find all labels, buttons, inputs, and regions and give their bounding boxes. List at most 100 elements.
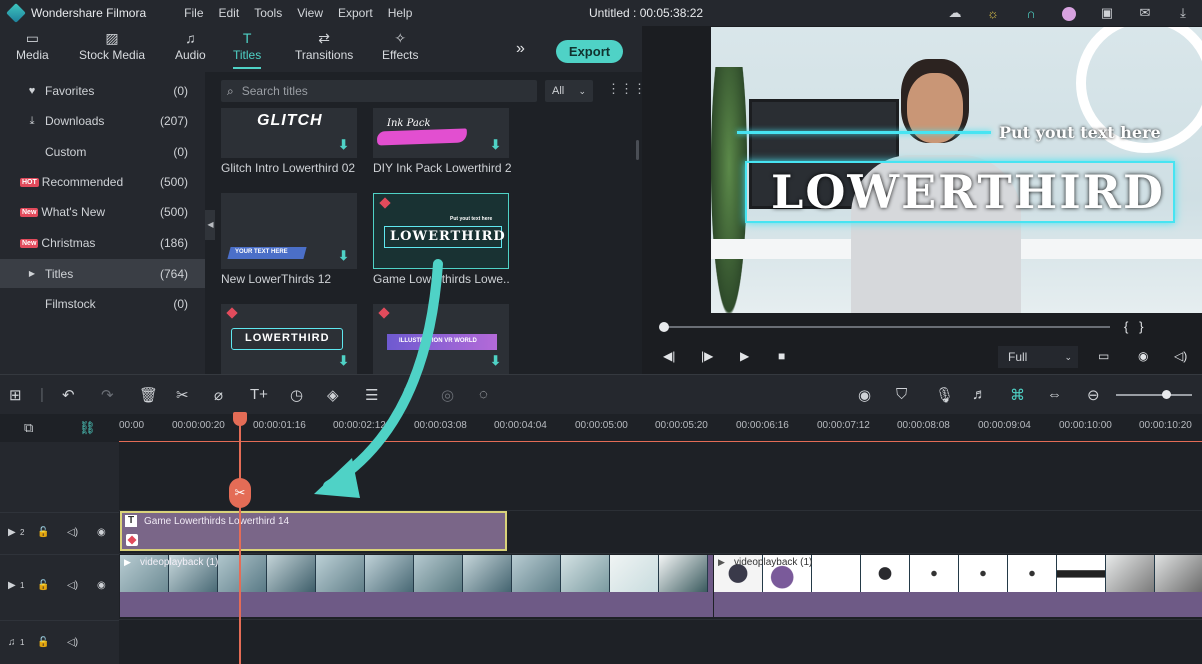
media-toolbar: ▭ Media ▨ Stock Media ♫ Audio T Titles ⇄… [0, 26, 642, 72]
playhead-handle[interactable] [233, 412, 247, 426]
lock-icon[interactable]: 🔓 [37, 637, 49, 648]
snapshot-icon[interactable]: ◉ [1138, 349, 1148, 363]
sidebar-item-label: Christmas [41, 236, 96, 250]
download-icon[interactable]: ⬇ [338, 137, 349, 153]
tab-media[interactable]: ▭ Media [16, 30, 49, 62]
display-icon[interactable]: ▭ [1098, 349, 1109, 363]
download-icon[interactable]: ⤓ [1164, 5, 1202, 21]
text-clip-icon: T [125, 515, 137, 527]
tab-stock-media[interactable]: ▨ Stock Media [79, 30, 145, 62]
marker-icon[interactable]: ⛉ [896, 386, 907, 403]
lock-icon[interactable]: 🔓 [37, 527, 49, 538]
premium-gem-icon [126, 534, 138, 546]
step-play-icon[interactable]: |▶ [701, 349, 713, 363]
tab-audio[interactable]: ♫ Audio [175, 30, 206, 62]
mute-icon[interactable]: ◁) [67, 637, 78, 648]
bulb-icon[interactable]: ☼ [974, 6, 1012, 21]
sidebar-item-filmstock[interactable]: Filmstock (0) [0, 290, 205, 318]
tag-icon[interactable]: ⌀ [214, 386, 223, 404]
undo-icon[interactable]: ↶ [62, 386, 75, 404]
title-thumb-ink-pack[interactable]: Ink Pack ⬇ [373, 108, 509, 158]
eye-icon[interactable]: ◉ [97, 527, 106, 538]
sidebar-item-favorites[interactable]: ♥ Favorites (0) [0, 77, 205, 105]
zoom-out-icon[interactable]: ⊖ [1087, 386, 1100, 404]
zoom-slider[interactable] [1116, 394, 1192, 396]
sidebar-item-titles[interactable]: ▶ Titles (764) [0, 259, 205, 288]
menu-export[interactable]: Export [338, 6, 373, 20]
menu-view[interactable]: View [297, 6, 323, 20]
sidebar-item-recommended[interactable]: HOT Recommended (500) [0, 168, 205, 196]
title-clip[interactable]: T Game Lowerthirds Lowerthird 14 [120, 511, 507, 551]
video-track-icon: ▶ [8, 527, 16, 538]
save-icon[interactable]: ▣ [1088, 5, 1126, 21]
delete-icon[interactable]: 🗑 [139, 386, 158, 404]
stop-icon[interactable]: ■ [778, 349, 785, 363]
premium-gem-icon [379, 197, 391, 209]
auto-reframe-icon[interactable]: ◌ [479, 386, 488, 403]
download-icon[interactable]: ⬇ [490, 137, 501, 153]
title-bar: Wondershare Filmora File Edit Tools View… [0, 0, 1202, 26]
add-track-icon[interactable]: ⧉ [24, 420, 33, 436]
ruler-tick-label: 00:00:09:04 [978, 420, 1031, 431]
menu-tools[interactable]: Tools [254, 6, 282, 20]
browser-scrollbar[interactable] [636, 140, 639, 160]
track-number: 1 [20, 581, 25, 590]
cut-icon[interactable]: ✂ [176, 386, 189, 404]
lock-icon[interactable]: 🔓 [37, 580, 49, 591]
grid-view-icon[interactable]: ⋮⋮⋮ [607, 81, 646, 97]
mute-icon[interactable]: ◁) [67, 527, 78, 538]
avatar-icon[interactable] [1050, 5, 1088, 21]
link-icon[interactable]: ⛓ [79, 420, 96, 436]
music-icon: ♫ [185, 30, 196, 46]
headset-icon[interactable]: ∩ [1012, 6, 1050, 21]
menu-help[interactable]: Help [388, 6, 413, 20]
eye-icon[interactable]: ◉ [97, 580, 106, 591]
zoom-slider-knob[interactable] [1162, 390, 1171, 399]
video-track-icon: ▶ [8, 580, 16, 591]
render-icon[interactable]: ◉ [858, 386, 871, 404]
mark-in-out-icon[interactable]: { } [1124, 319, 1144, 334]
audio-mixer-icon[interactable]: ♬ [972, 386, 987, 403]
tab-transitions[interactable]: ⇄ Transitions [295, 30, 353, 62]
fit-timeline-icon[interactable]: ⇔ [1047, 386, 1062, 403]
filter-dropdown[interactable]: All ⌄ [545, 80, 593, 102]
video-clip[interactable]: ▶ videoplayback (1) [120, 555, 713, 617]
tab-effects[interactable]: ✧ Effects [382, 30, 418, 62]
redo-icon[interactable]: ↷ [101, 386, 114, 404]
sidebar-item-custom[interactable]: Custom (0) [0, 138, 205, 166]
mute-icon[interactable]: ◁) [67, 580, 78, 591]
title-thumb-glitch[interactable]: GLITCH ⬇ [221, 108, 357, 158]
video-clip[interactable]: ▶ videoplayback (1) [714, 555, 1202, 617]
volume-icon[interactable]: ◁) [1174, 349, 1187, 363]
search-input[interactable]: ⌕ Search titles [221, 80, 537, 102]
snap-icon[interactable]: ⌘ [1010, 386, 1025, 404]
more-tabs-icon[interactable]: » [516, 40, 525, 58]
sidebar-item-christmas[interactable]: New Christmas (186) [0, 229, 205, 257]
cloud-icon[interactable]: ☁ [936, 5, 974, 21]
play-icon[interactable]: ▶ [740, 349, 749, 363]
lowerthird-overlay-line [737, 131, 991, 134]
prev-frame-icon[interactable]: ◀| [663, 349, 675, 363]
add-text-icon[interactable]: T+ [250, 386, 268, 403]
record-voice-icon[interactable]: 🎙 [935, 386, 954, 404]
download-icon[interactable]: ⬇ [490, 353, 501, 369]
playback-controls: ◀| |▶ ▶ ■ Full ⌄ ▭ ◉ ◁) [642, 341, 1202, 374]
preview-scrub-bar[interactable]: { } [642, 313, 1202, 341]
quality-dropdown[interactable]: Full ⌄ [998, 346, 1078, 368]
ruler-tick-label: 00:00:08:08 [897, 420, 950, 431]
menu-file[interactable]: File [184, 6, 203, 20]
timeline-ruler[interactable]: ⧉ ⛓ 00:00 00:00:00:20 00:00:01:16 00:00:… [0, 414, 1202, 443]
menu-edit[interactable]: Edit [219, 6, 240, 20]
premium-gem-icon [226, 307, 238, 319]
sidebar-item-whats-new[interactable]: New What's New (500) [0, 198, 205, 226]
sidebar-item-downloads[interactable]: ⤓ Downloads (207) [0, 107, 205, 135]
playhead[interactable] [239, 414, 241, 664]
layout-icon[interactable]: ⊞ [9, 386, 22, 404]
scrub-knob[interactable] [659, 322, 669, 332]
mail-icon[interactable]: ✉ [1126, 5, 1164, 21]
new-badge: New [20, 207, 39, 217]
export-button[interactable]: Export [556, 40, 623, 63]
tab-titles[interactable]: T Titles [233, 30, 262, 69]
menu-bar: File Edit Tools View Export Help [184, 6, 427, 20]
split-scissor-icon[interactable]: ✂ [229, 478, 251, 508]
